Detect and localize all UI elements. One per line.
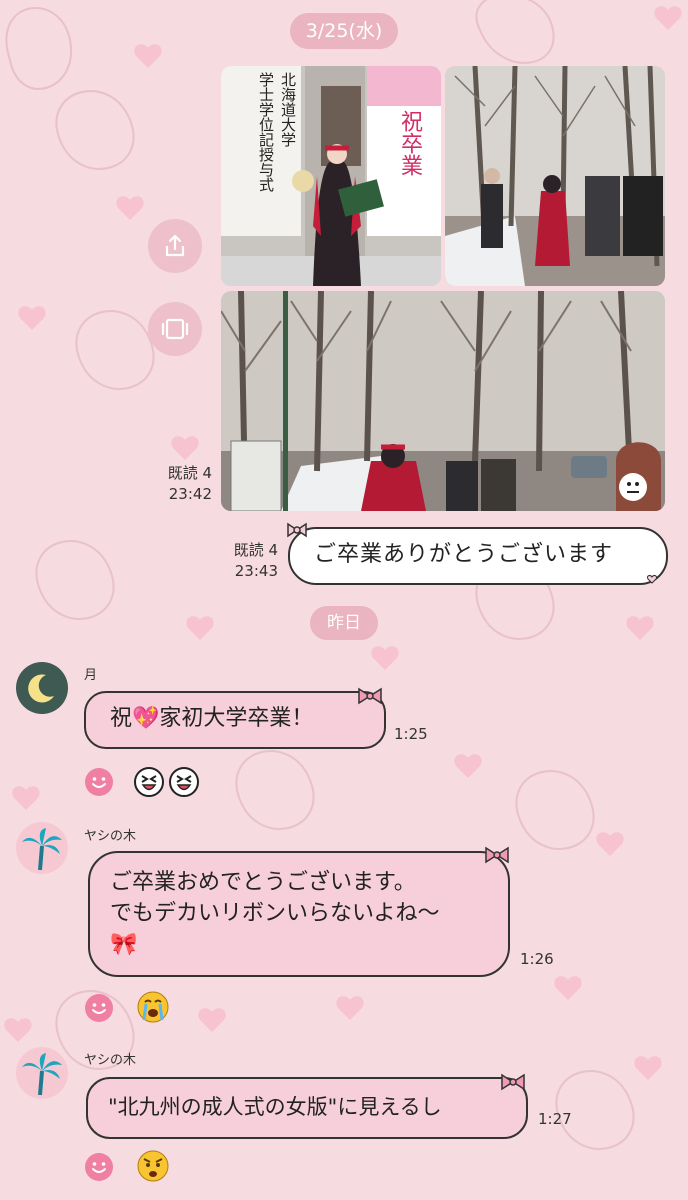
date-separator: 3/25(水) [290,13,398,49]
bow-decoration [485,846,509,864]
bow-decoration [358,687,382,705]
message-time: 1:27 [538,1110,572,1128]
crying-emoji-icon [137,991,169,1023]
reaction-button[interactable] [84,1152,114,1186]
smile-icon [85,1153,113,1181]
banner-text: 祝卒業 [397,110,422,176]
message-text: ご卒業おめでとうございます。 でもデカいリボンいらないよね～ 🎀 [110,870,440,957]
received-message-bubble[interactable]: 祝💖家初大学卒業！ [84,691,386,749]
photo-image [221,291,665,511]
date-separator-yesterday: 昨日 [310,606,378,640]
laughing-emoji-icon [134,767,199,797]
moon-icon [28,674,54,703]
smile-icon [85,994,113,1022]
sender-name: ヤシの木 [84,829,137,844]
heart-decoration [647,575,657,584]
photo-ceremony-signboard[interactable]: 北海道大学 学士学位記授与式 祝卒業 [221,66,441,286]
avatar-palm-tree[interactable] [16,1047,68,1099]
message-time: 1:26 [520,950,554,968]
bow-decoration [501,1073,525,1091]
screen-button[interactable] [148,302,202,356]
share-button[interactable] [148,219,202,273]
message-text: "北九州の成人式の女版"に見えるし [108,1095,442,1119]
received-message-bubble[interactable]: "北九州の成人式の女版"に見えるし [86,1077,528,1139]
reaction-button[interactable] [84,993,114,1027]
sent-message-text: ご卒業ありがとうございます [314,542,614,567]
bow-decoration [287,522,307,538]
avatar-palm-tree[interactable] [16,822,68,874]
share-icon [165,234,185,257]
photo-avenue[interactable] [221,291,665,511]
sender-name: 月 [84,668,98,683]
avatar-moon[interactable] [16,662,68,714]
message-time: 1:25 [394,725,428,743]
sent-message-bubble[interactable]: ご卒業ありがとうございます [288,527,668,585]
signboard-text: 北海道大学 学士学位記授与式 [257,72,297,192]
reaction-emoji[interactable] [136,1149,170,1187]
reaction-button[interactable] [84,767,114,801]
photo-image [445,66,665,286]
sad-emoji-icon [137,1150,169,1182]
sender-name: ヤシの木 [84,1053,137,1068]
reaction-emoji[interactable] [136,990,170,1028]
photo-walking-path[interactable] [445,66,665,286]
message-text: 祝💖家初大学卒業！ [110,706,314,731]
smile-icon [85,768,113,796]
screen-icon [161,318,189,340]
read-receipt-2: 既読 4 23:43 [233,541,278,580]
palm-tree-icon [22,828,62,871]
received-message-bubble[interactable]: ご卒業おめでとうございます。 でもデカいリボンいらないよね～ 🎀 [88,851,510,977]
read-receipt-1: 既読 4 23:42 [167,464,212,503]
reaction-emoji[interactable] [134,766,200,802]
palm-tree-icon [22,1053,62,1096]
